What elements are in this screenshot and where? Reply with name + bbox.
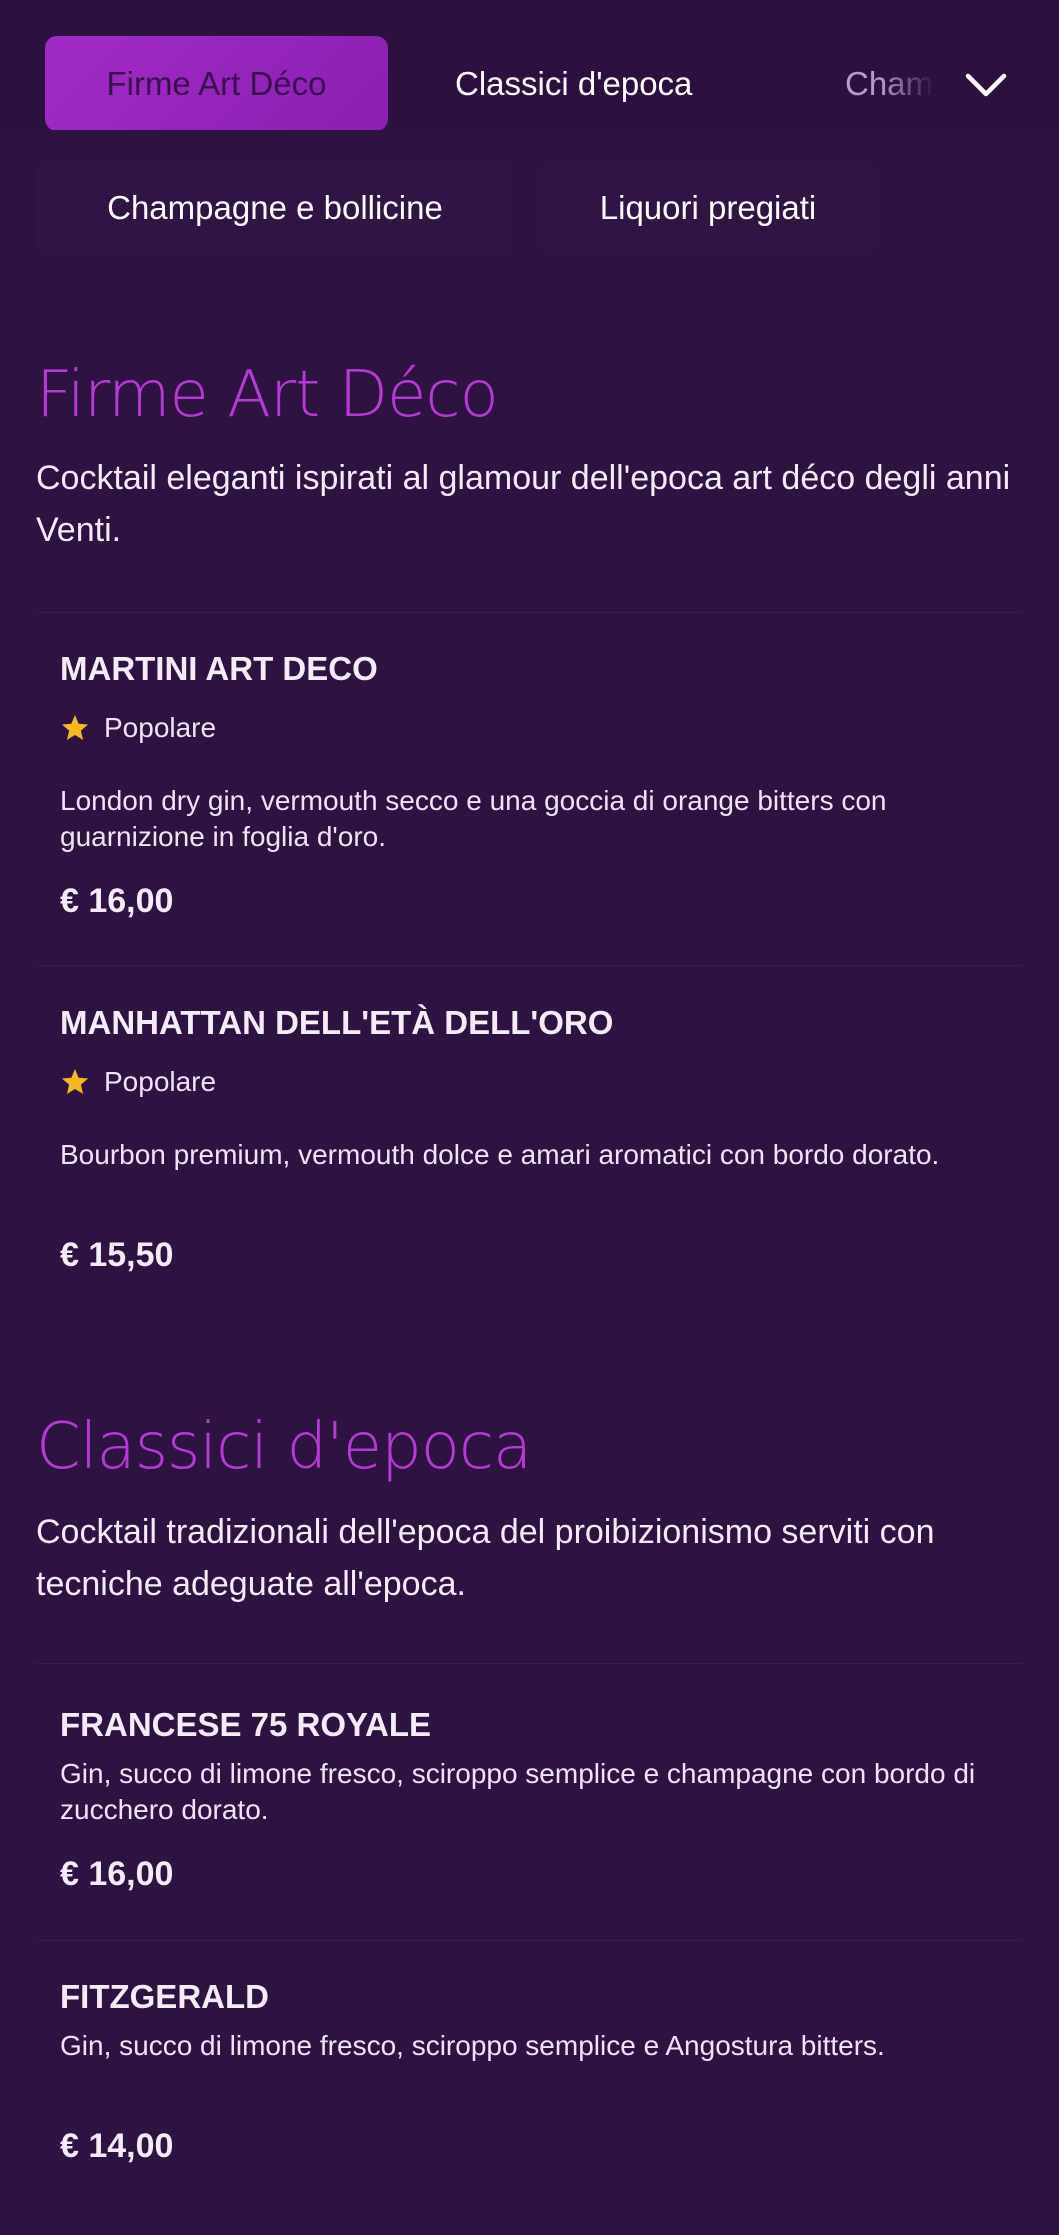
menu-item-description: Gin, succo di limone fresco, sciroppo se… xyxy=(60,1758,976,1825)
menu-item-price: € 16,00 xyxy=(60,1855,174,1893)
section-description: Cocktail eleganti ispirati al glamour de… xyxy=(36,459,1011,549)
star-icon xyxy=(61,1068,89,1094)
chevron-down-icon[interactable] xyxy=(962,62,1010,110)
pill-champagne-e-bollicine[interactable]: Champagne e bollicine xyxy=(36,165,514,251)
section-title: Classici d'epoca xyxy=(36,1410,532,1484)
tab-champagne-e-bollicine[interactable]: Champagne e bollicine xyxy=(845,36,935,130)
divider xyxy=(36,1663,1023,1664)
section-title: Firme Art Déco xyxy=(36,358,499,432)
category-tabs: Firme Art Déco Classici d'epoca Champagn… xyxy=(0,0,1059,130)
divider xyxy=(36,1940,1023,1941)
divider xyxy=(36,965,1023,966)
menu-item-price: € 14,00 xyxy=(60,2127,174,2165)
badge-label: Popolare xyxy=(104,1066,217,1097)
tab-firme-art-deco[interactable]: Firme Art Déco xyxy=(45,36,388,130)
section-description: Cocktail tradizionali dell'epoca del pro… xyxy=(36,1513,935,1603)
menu-item-price: € 16,00 xyxy=(60,882,174,920)
divider xyxy=(36,612,1023,613)
category-nav: Firme Art Déco Classici d'epoca Champagn… xyxy=(0,0,1059,160)
star-icon xyxy=(61,714,89,740)
menu-item-price: € 15,50 xyxy=(60,1236,174,1274)
category-overflow-row: Champagne e bollicine Liquori pregiati xyxy=(0,165,1059,255)
popular-badge: Popolare xyxy=(60,712,216,744)
menu-item-name: MANHATTAN DELL'ETÀ DELL'ORO xyxy=(60,1004,614,1041)
popular-badge: Popolare xyxy=(60,1066,216,1098)
pill-liquori-pregiati[interactable]: Liquori pregiati xyxy=(538,165,878,251)
badge-label: Popolare xyxy=(104,712,217,743)
menu-item-name: MARTINI ART DECO xyxy=(60,650,378,687)
tab-classici-d-epoca[interactable]: Classici d'epoca xyxy=(455,36,692,130)
menu-item-name: FITZGERALD xyxy=(60,1978,269,2015)
menu-item-description: London dry gin, vermouth secco e una goc… xyxy=(60,785,887,852)
menu-item-name: FRANCESE 75 ROYALE xyxy=(60,1706,432,1743)
menu-item-description: Bourbon premium, vermouth dolce e amari … xyxy=(60,1139,940,1170)
menu-item-description: Gin, succo di limone fresco, sciroppo se… xyxy=(60,2030,885,2061)
